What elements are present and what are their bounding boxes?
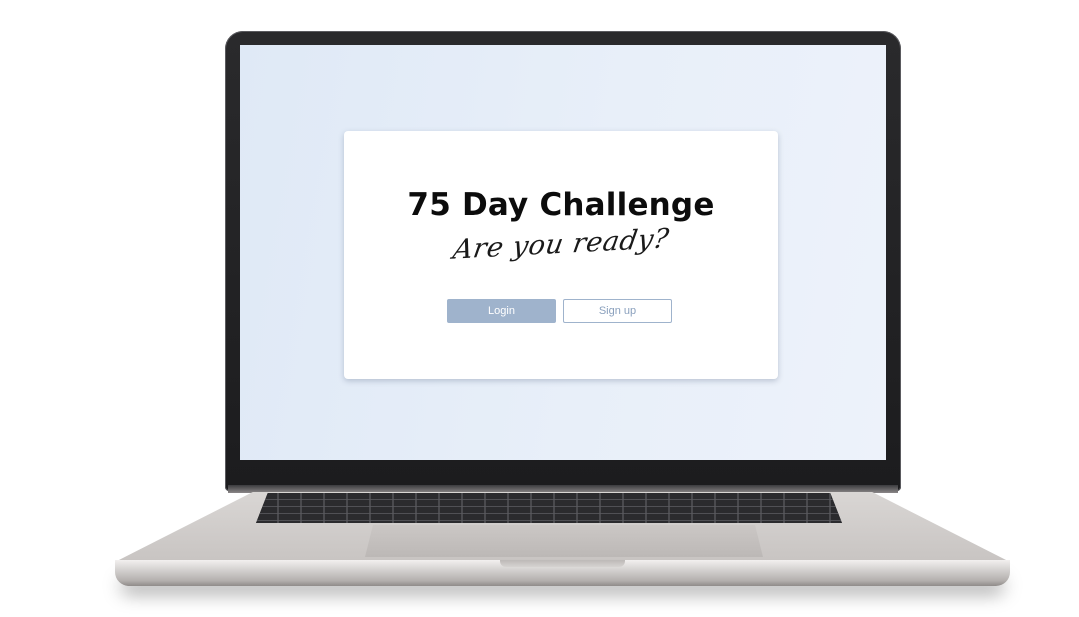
tagline: Are you ready? [450,223,672,266]
laptop-screen: 75 Day Challenge Are you ready? Login Si… [240,45,886,460]
page-title: 75 Day Challenge [407,187,715,223]
laptop-hinge [228,485,898,493]
login-button[interactable]: Login [447,299,556,323]
signup-button[interactable]: Sign up [563,299,672,323]
laptop-mockup: 75 Day Challenge Are you ready? Login Si… [0,0,1079,617]
keyboard-rows [256,493,842,523]
laptop-opening-notch [500,560,625,567]
laptop-trackpad [365,525,763,557]
welcome-card: 75 Day Challenge Are you ready? Login Si… [344,131,778,379]
